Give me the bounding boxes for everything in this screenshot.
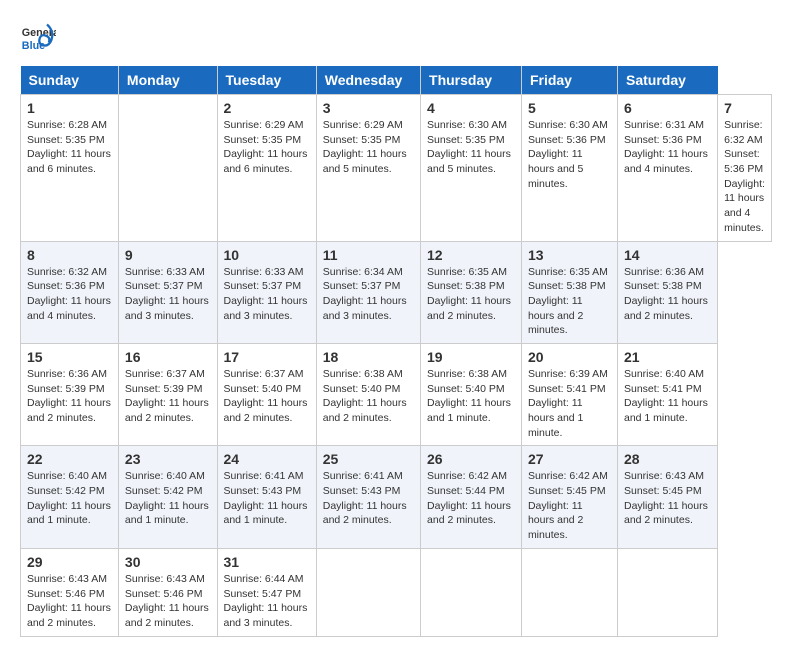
calendar-day-5: 5Sunrise: 6:30 AMSunset: 5:36 PMDaylight… xyxy=(521,95,617,242)
calendar-day-8: 8Sunrise: 6:32 AMSunset: 5:36 PMDaylight… xyxy=(21,241,119,343)
calendar-day-22: 22Sunrise: 6:40 AMSunset: 5:42 PMDayligh… xyxy=(21,446,119,548)
calendar-day-20: 20Sunrise: 6:39 AMSunset: 5:41 PMDayligh… xyxy=(521,343,617,445)
logo: General Blue xyxy=(20,20,56,56)
calendar-table: SundayMondayTuesdayWednesdayThursdayFrid… xyxy=(20,66,772,637)
header-row: SundayMondayTuesdayWednesdayThursdayFrid… xyxy=(21,66,772,95)
calendar-day-31: 31Sunrise: 6:44 AMSunset: 5:47 PMDayligh… xyxy=(217,548,316,636)
logo-icon: General Blue xyxy=(20,20,56,56)
calendar-day-16: 16Sunrise: 6:37 AMSunset: 5:39 PMDayligh… xyxy=(118,343,217,445)
calendar-day-17: 17Sunrise: 6:37 AMSunset: 5:40 PMDayligh… xyxy=(217,343,316,445)
calendar-day-3: 3Sunrise: 6:29 AMSunset: 5:35 PMDaylight… xyxy=(316,95,420,242)
empty-cell xyxy=(118,95,217,242)
calendar-day-6: 6Sunrise: 6:31 AMSunset: 5:36 PMDaylight… xyxy=(617,95,717,242)
calendar-day-21: 21Sunrise: 6:40 AMSunset: 5:41 PMDayligh… xyxy=(617,343,717,445)
calendar-day-15: 15Sunrise: 6:36 AMSunset: 5:39 PMDayligh… xyxy=(21,343,119,445)
col-header-wednesday: Wednesday xyxy=(316,66,420,95)
col-header-sunday: Sunday xyxy=(21,66,119,95)
empty-cell xyxy=(316,548,420,636)
calendar-day-19: 19Sunrise: 6:38 AMSunset: 5:40 PMDayligh… xyxy=(421,343,522,445)
calendar-day-13: 13Sunrise: 6:35 AMSunset: 5:38 PMDayligh… xyxy=(521,241,617,343)
calendar-day-30: 30Sunrise: 6:43 AMSunset: 5:46 PMDayligh… xyxy=(118,548,217,636)
col-header-friday: Friday xyxy=(521,66,617,95)
empty-cell xyxy=(617,548,717,636)
calendar-week-4: 22Sunrise: 6:40 AMSunset: 5:42 PMDayligh… xyxy=(21,446,772,548)
calendar-day-12: 12Sunrise: 6:35 AMSunset: 5:38 PMDayligh… xyxy=(421,241,522,343)
calendar-day-7: 7Sunrise: 6:32 AMSunset: 5:36 PMDaylight… xyxy=(718,95,772,242)
calendar-day-25: 25Sunrise: 6:41 AMSunset: 5:43 PMDayligh… xyxy=(316,446,420,548)
calendar-day-24: 24Sunrise: 6:41 AMSunset: 5:43 PMDayligh… xyxy=(217,446,316,548)
calendar-day-29: 29Sunrise: 6:43 AMSunset: 5:46 PMDayligh… xyxy=(21,548,119,636)
calendar-day-11: 11Sunrise: 6:34 AMSunset: 5:37 PMDayligh… xyxy=(316,241,420,343)
col-header-monday: Monday xyxy=(118,66,217,95)
calendar-day-26: 26Sunrise: 6:42 AMSunset: 5:44 PMDayligh… xyxy=(421,446,522,548)
calendar-week-2: 8Sunrise: 6:32 AMSunset: 5:36 PMDaylight… xyxy=(21,241,772,343)
calendar-day-9: 9Sunrise: 6:33 AMSunset: 5:37 PMDaylight… xyxy=(118,241,217,343)
page-header: General Blue xyxy=(20,20,772,56)
col-header-tuesday: Tuesday xyxy=(217,66,316,95)
col-header-thursday: Thursday xyxy=(421,66,522,95)
col-header-saturday: Saturday xyxy=(617,66,717,95)
empty-cell xyxy=(521,548,617,636)
calendar-day-1: 1Sunrise: 6:28 AMSunset: 5:35 PMDaylight… xyxy=(21,95,119,242)
calendar-day-23: 23Sunrise: 6:40 AMSunset: 5:42 PMDayligh… xyxy=(118,446,217,548)
calendar-day-4: 4Sunrise: 6:30 AMSunset: 5:35 PMDaylight… xyxy=(421,95,522,242)
calendar-week-3: 15Sunrise: 6:36 AMSunset: 5:39 PMDayligh… xyxy=(21,343,772,445)
calendar-day-14: 14Sunrise: 6:36 AMSunset: 5:38 PMDayligh… xyxy=(617,241,717,343)
calendar-week-5: 29Sunrise: 6:43 AMSunset: 5:46 PMDayligh… xyxy=(21,548,772,636)
calendar-week-1: 1Sunrise: 6:28 AMSunset: 5:35 PMDaylight… xyxy=(21,95,772,242)
calendar-day-28: 28Sunrise: 6:43 AMSunset: 5:45 PMDayligh… xyxy=(617,446,717,548)
empty-cell xyxy=(421,548,522,636)
calendar-day-10: 10Sunrise: 6:33 AMSunset: 5:37 PMDayligh… xyxy=(217,241,316,343)
calendar-day-2: 2Sunrise: 6:29 AMSunset: 5:35 PMDaylight… xyxy=(217,95,316,242)
calendar-day-18: 18Sunrise: 6:38 AMSunset: 5:40 PMDayligh… xyxy=(316,343,420,445)
calendar-day-27: 27Sunrise: 6:42 AMSunset: 5:45 PMDayligh… xyxy=(521,446,617,548)
